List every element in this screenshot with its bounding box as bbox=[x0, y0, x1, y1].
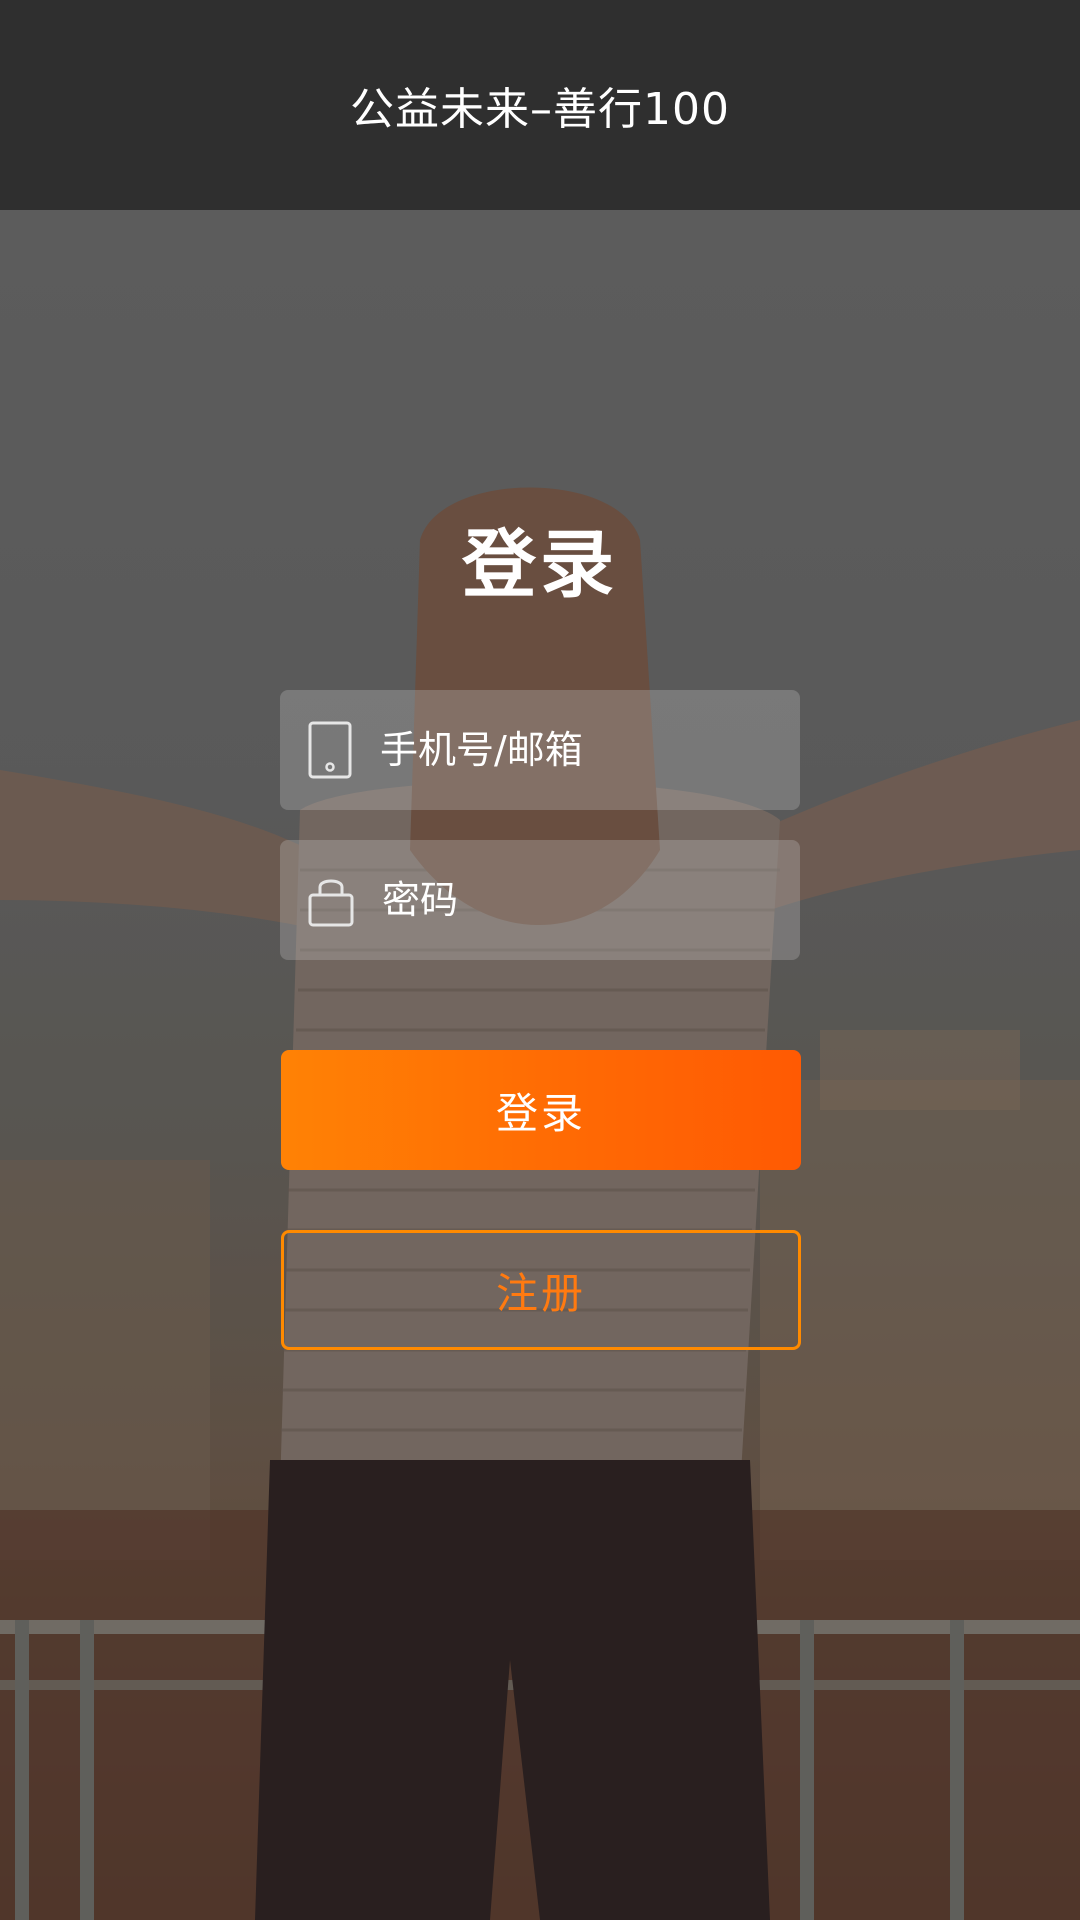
phone-icon bbox=[308, 720, 352, 780]
app-header: 公益未来–善行100 bbox=[0, 0, 1080, 210]
login-heading: 登录 bbox=[462, 522, 618, 608]
phone-email-field[interactable] bbox=[280, 690, 853, 810]
lock-icon bbox=[308, 870, 354, 930]
app-title: 公益未来–善行100 bbox=[350, 84, 730, 135]
password-input[interactable] bbox=[382, 878, 855, 922]
phone-email-input[interactable] bbox=[380, 728, 853, 772]
password-field[interactable] bbox=[280, 840, 855, 960]
login-button[interactable]: 登录 bbox=[281, 1050, 801, 1170]
register-button[interactable]: 注册 bbox=[281, 1230, 801, 1350]
login-screen: 公益未来–善行100 登录 手机号/邮箱 登录 注册 bbox=[0, 0, 1080, 1920]
